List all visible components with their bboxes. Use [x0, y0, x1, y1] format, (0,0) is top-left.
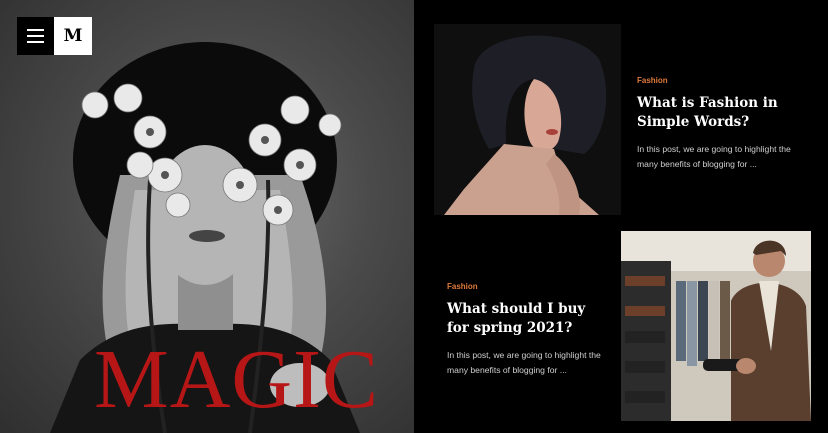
posts-panel: Fashion What is Fashion in Simple Words?…	[414, 0, 828, 433]
post-thumbnail[interactable]	[434, 24, 621, 215]
post-excerpt: In this post, we are going to highlight …	[447, 350, 601, 375]
hamburger-icon	[27, 29, 44, 31]
post-category-link[interactable]: Fashion	[637, 76, 812, 85]
post-card: Fashion What is Fashion in Simple Words?…	[637, 76, 812, 172]
site-logo[interactable]: M	[54, 17, 92, 55]
post-category-link[interactable]: Fashion	[447, 282, 607, 291]
hero-headline: MAGIC	[94, 333, 380, 426]
hero-section: M MAGIC	[0, 0, 414, 433]
post-excerpt: In this post, we are going to highlight …	[637, 144, 791, 169]
post-title[interactable]: What should I buy for spring 2021?	[447, 300, 607, 338]
post-thumbnail[interactable]	[621, 231, 811, 421]
menu-button[interactable]	[17, 17, 54, 55]
post-card: Fashion What should I buy for spring 202…	[447, 282, 607, 378]
post-title[interactable]: What is Fashion in Simple Words?	[637, 94, 812, 132]
